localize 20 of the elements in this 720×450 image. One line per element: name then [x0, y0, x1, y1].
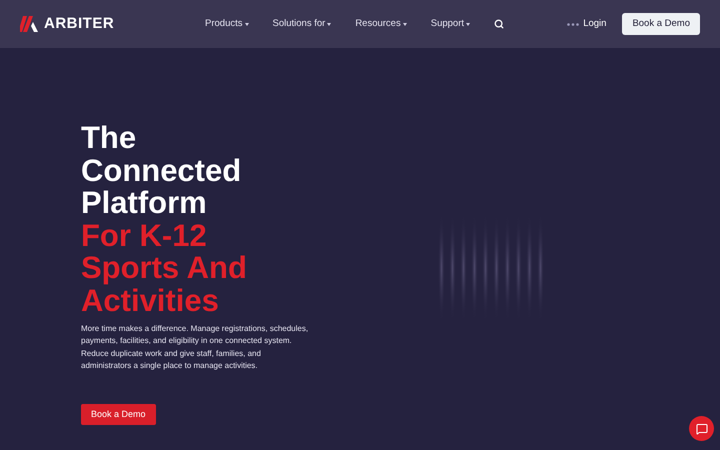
hero-description: More time makes a difference. Manage registrations, schedules, payments, facilities, and eligibility in one connected system. Reduce duplicate work and give staff, families, and administrators a single place to manage activities. — [81, 323, 309, 372]
hero-highlight: Activities — [81, 284, 220, 317]
search-icon[interactable] — [494, 19, 504, 29]
dots-icon — [567, 22, 580, 26]
chat-icon — [696, 422, 708, 434]
logo-icon — [20, 16, 38, 32]
nav-link[interactable]: Solutions for — [272, 16, 332, 32]
hero-title: Connected — [81, 154, 242, 187]
nav-link[interactable]: Resources — [355, 16, 407, 32]
logo-text: ARBITER — [44, 14, 114, 34]
login-link[interactable]: Login — [567, 16, 606, 32]
hero-book-demo-button[interactable]: Book a Demo — [81, 404, 156, 426]
hero-title: The — [81, 122, 138, 154]
nav-link[interactable]: Products — [205, 16, 248, 32]
hero-title: Platform — [81, 187, 208, 220]
nav-link[interactable]: Support — [430, 16, 470, 32]
hero-highlight: Sports And — [81, 252, 248, 284]
chat-button[interactable] — [689, 416, 714, 441]
hero-highlight: For K-12 — [81, 220, 208, 252]
book-demo-button[interactable]: Book a Demo — [622, 13, 700, 35]
